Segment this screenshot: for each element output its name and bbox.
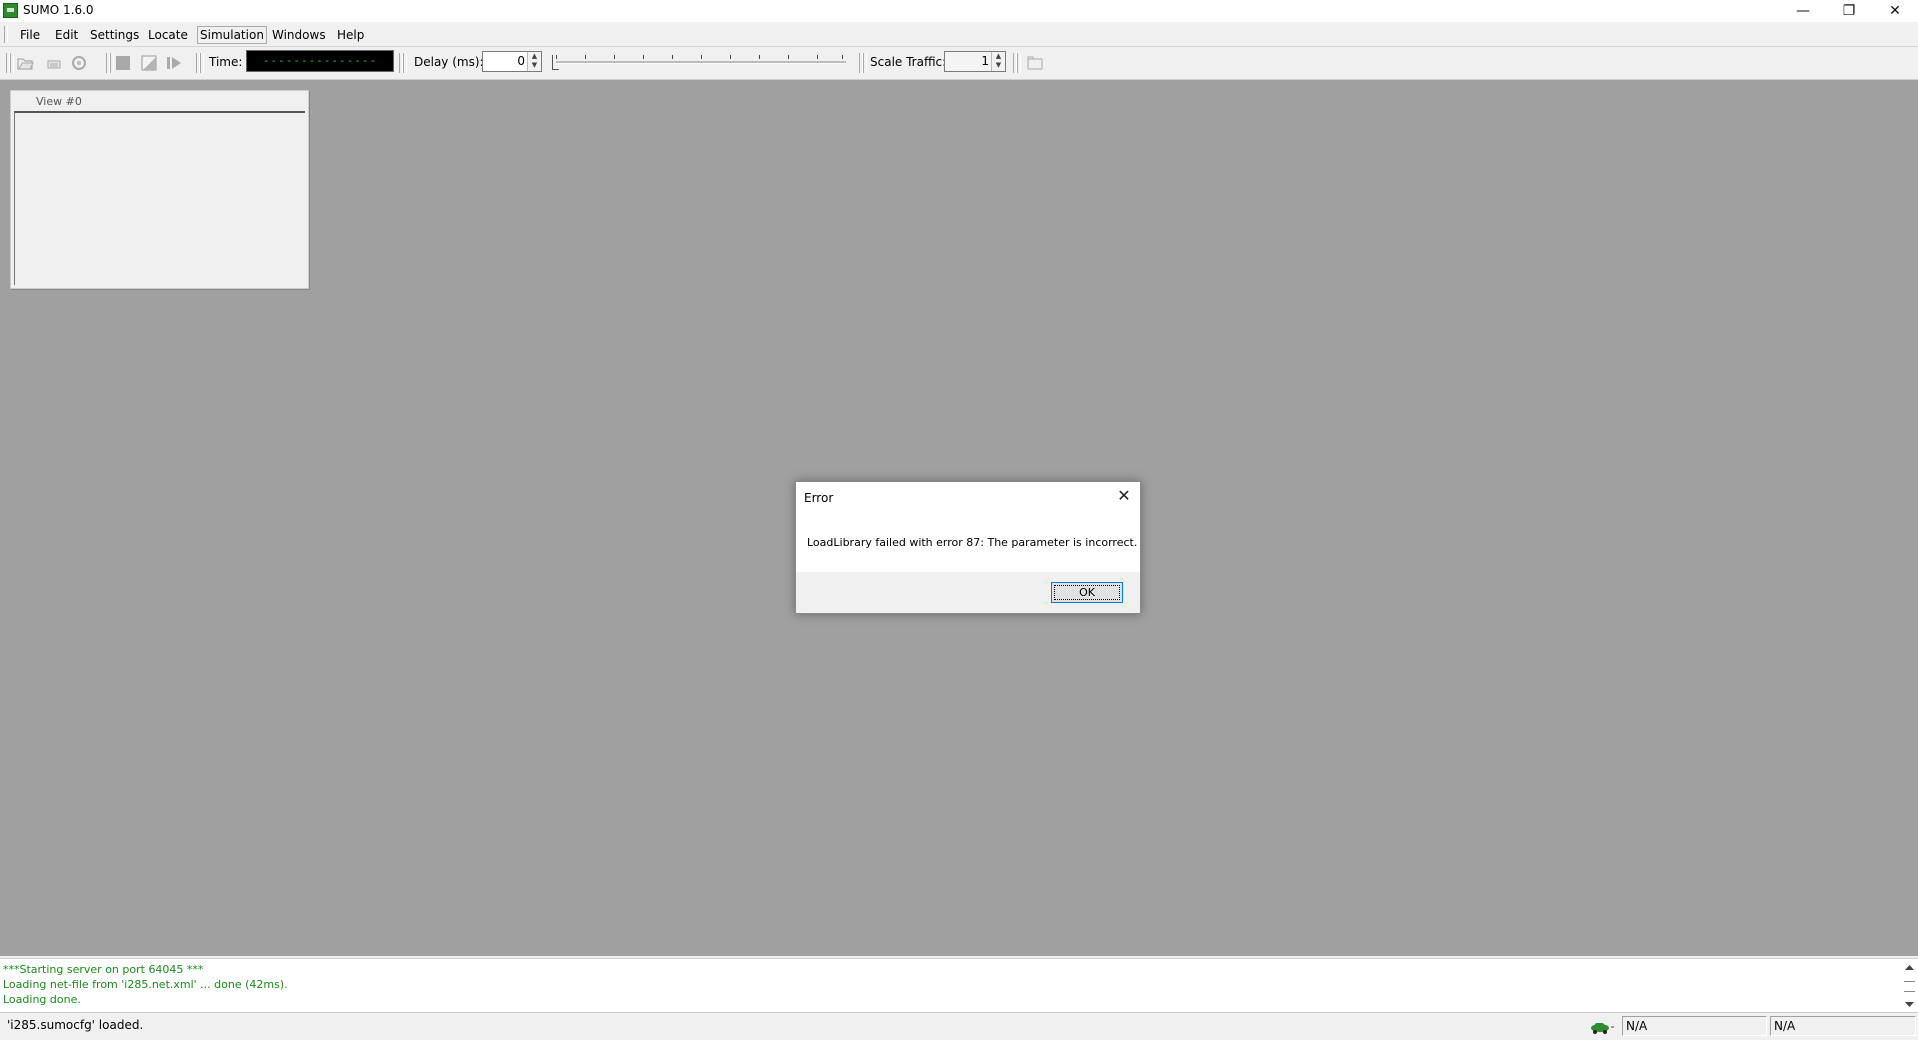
spin-down-icon[interactable]: ▼ xyxy=(528,61,541,70)
menu-locate[interactable]: Locate xyxy=(148,28,188,42)
spin-up-icon[interactable]: ▲ xyxy=(528,52,541,61)
log-line: ***Starting server on port 64045 *** xyxy=(3,963,204,976)
status-panel-1: N/A xyxy=(1622,1016,1767,1036)
sumo-app-icon xyxy=(3,3,18,18)
ok-button[interactable]: OK xyxy=(1051,582,1123,603)
toolbar-grip[interactable] xyxy=(10,53,14,73)
window-title: SUMO 1.6.0 xyxy=(23,3,94,17)
slider-tick xyxy=(585,55,586,59)
run-icon[interactable] xyxy=(140,54,158,72)
log-scrollbar[interactable] xyxy=(1901,959,1918,1012)
title-bar: SUMO 1.6.0 — ❐ ✕ xyxy=(0,0,1918,22)
open-folder-icon[interactable] xyxy=(16,54,34,72)
slider-tick xyxy=(556,55,557,59)
slider-tick xyxy=(730,55,731,59)
delay-value[interactable]: 0 xyxy=(517,54,525,68)
menu-simulation[interactable]: Simulation xyxy=(197,26,267,44)
time-display: --------------- xyxy=(246,50,394,72)
status-panel-2: N/A xyxy=(1770,1016,1916,1036)
message-log: ***Starting server on port 64045 *** Loa… xyxy=(0,958,1918,1012)
dialog-close-icon[interactable]: ✕ xyxy=(1114,486,1134,506)
dialog-content: Error ✕ LoadLibrary failed with error 87… xyxy=(796,482,1140,572)
restore-button[interactable]: ❐ xyxy=(1826,0,1872,22)
scale-traffic-spinner[interactable]: 1 ▲ ▼ xyxy=(944,51,1006,72)
new-view-icon[interactable] xyxy=(1026,54,1044,72)
slider-tick xyxy=(701,55,702,59)
step-icon[interactable] xyxy=(165,54,183,72)
toolbar-grip[interactable] xyxy=(863,53,867,73)
spin-up-icon[interactable]: ▲ xyxy=(992,52,1005,61)
delay-label: Delay (ms): xyxy=(414,55,484,69)
status-bar: 'i285.sumocfg' loaded. N/A N/A xyxy=(0,1012,1918,1040)
close-window-button[interactable]: ✕ xyxy=(1872,0,1918,22)
menu-bar: File Edit Settings Locate Simulation Win… xyxy=(0,24,1918,47)
slider-tick xyxy=(672,55,673,59)
log-line: Loading done. xyxy=(3,993,81,1006)
menu-file[interactable]: File xyxy=(20,28,40,42)
slider-tick xyxy=(759,55,760,59)
view-canvas[interactable] xyxy=(14,111,305,285)
slider-tick xyxy=(817,55,818,59)
log-line: Loading net-file from 'i285.net.xml' ...… xyxy=(3,978,288,991)
slider-tick xyxy=(788,55,789,59)
dialog-message: LoadLibrary failed with error 87: The pa… xyxy=(807,536,1138,549)
time-label: Time: xyxy=(209,55,243,69)
delay-slider[interactable] xyxy=(556,61,846,64)
toolbar-grip[interactable] xyxy=(1017,53,1021,73)
slider-tick xyxy=(643,55,644,59)
toolbar: Time: --------------- Delay (ms): 0 ▲ ▼ … xyxy=(0,47,1918,80)
scale-spin-arrows[interactable]: ▲ ▼ xyxy=(991,52,1005,71)
menu-edit[interactable]: Edit xyxy=(55,28,78,42)
menu-settings[interactable]: Settings xyxy=(90,28,139,42)
scale-traffic-label: Scale Traffic: xyxy=(870,55,947,69)
status-message: 'i285.sumocfg' loaded. xyxy=(7,1018,144,1032)
error-dialog: Error ✕ LoadLibrary failed with error 87… xyxy=(795,481,1141,614)
view-window[interactable]: View #0 xyxy=(10,90,309,289)
delay-spin-arrows[interactable]: ▲ ▼ xyxy=(527,52,541,71)
vehicle-icon[interactable] xyxy=(1588,1018,1616,1036)
slider-tick xyxy=(842,55,843,59)
reload-network-icon[interactable] xyxy=(45,54,63,72)
toolbar-grip[interactable] xyxy=(200,53,204,73)
minimize-button[interactable]: — xyxy=(1780,0,1826,22)
menu-windows[interactable]: Windows xyxy=(272,28,326,42)
menubar-grip[interactable] xyxy=(4,26,8,43)
spin-down-icon[interactable]: ▼ xyxy=(992,61,1005,70)
slider-tick xyxy=(614,55,615,59)
scale-traffic-value[interactable]: 1 xyxy=(981,54,989,68)
menu-help[interactable]: Help xyxy=(337,28,364,42)
reload-simulation-icon[interactable] xyxy=(70,54,88,72)
toolbar-grip[interactable] xyxy=(403,53,407,73)
stop-icon[interactable] xyxy=(114,54,132,72)
view-title: View #0 xyxy=(36,95,82,108)
dialog-title: Error xyxy=(804,491,834,505)
delay-spinner[interactable]: 0 ▲ ▼ xyxy=(482,51,542,72)
